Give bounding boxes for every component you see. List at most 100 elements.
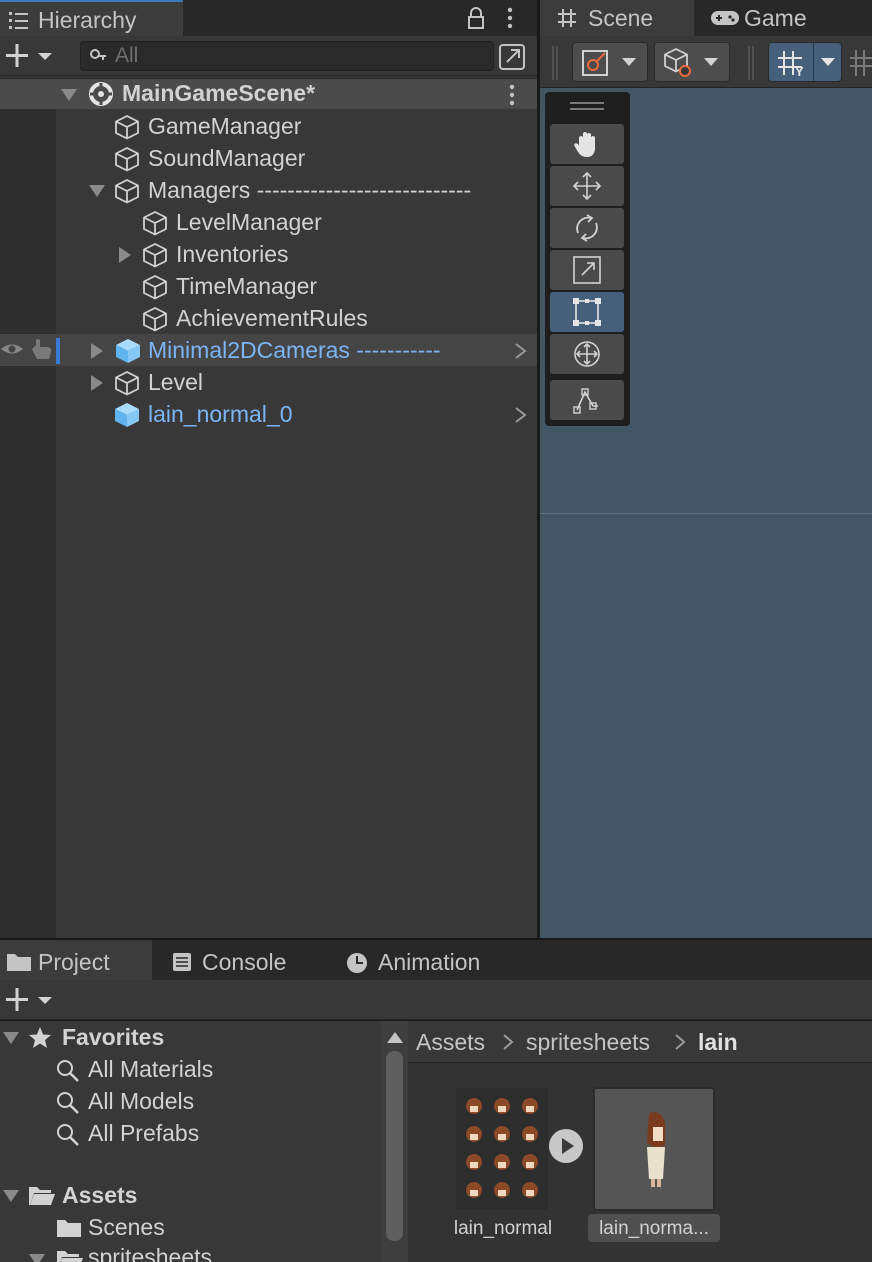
item-label: Level bbox=[148, 369, 203, 395]
expand-arrow-icon[interactable] bbox=[2, 1189, 20, 1203]
list-item[interactable]: Level bbox=[0, 366, 537, 398]
tab-console[interactable]: Console bbox=[170, 940, 320, 980]
pickable-hand-icon[interactable] bbox=[28, 337, 54, 361]
tab-project[interactable]: Project bbox=[0, 940, 152, 980]
item-label: Minimal2DCameras ----------- bbox=[148, 337, 441, 363]
prefab-cube-icon bbox=[116, 339, 140, 363]
asset-tile[interactable]: lain_normal bbox=[448, 1084, 560, 1244]
gameobject-cube-icon bbox=[143, 211, 167, 236]
search-icon bbox=[57, 1092, 79, 1114]
rect-tool-button[interactable] bbox=[550, 292, 624, 332]
list-item[interactable]: GameManager bbox=[0, 110, 537, 142]
breadcrumb-item[interactable]: spritesheets bbox=[526, 1021, 650, 1063]
custom-tool-button[interactable] bbox=[550, 380, 624, 420]
console-icon bbox=[173, 953, 191, 971]
tab-animation[interactable]: Animation bbox=[344, 940, 514, 980]
expand-arrow-icon[interactable] bbox=[28, 1253, 46, 1262]
scroll-up-arrow-icon[interactable] bbox=[386, 1030, 404, 1044]
scale-tool-button[interactable] bbox=[550, 250, 624, 290]
clock-icon bbox=[347, 953, 367, 973]
chevron-down-icon bbox=[622, 58, 636, 66]
scene-root-row[interactable]: MainGameScene* bbox=[0, 78, 537, 109]
collapse-arrow-icon[interactable] bbox=[118, 246, 132, 264]
tab-game-label: Game bbox=[744, 5, 807, 31]
toolbar-grip-icon bbox=[552, 46, 558, 80]
star-icon bbox=[29, 1027, 51, 1048]
gameobject-cube-icon bbox=[143, 275, 167, 300]
overlay-grip-icon[interactable] bbox=[570, 100, 604, 112]
list-item[interactable]: LevelManager bbox=[0, 206, 537, 238]
asset-label: lain_norma... bbox=[599, 1218, 709, 1239]
collapse-arrow-icon[interactable] bbox=[90, 342, 104, 360]
favorites-label: Favorites bbox=[62, 1024, 165, 1050]
add-dropdown-button[interactable] bbox=[6, 44, 56, 68]
tab-project-label: Project bbox=[38, 949, 110, 975]
asset-tile[interactable]: lain_norma... bbox=[588, 1084, 722, 1244]
split-divider bbox=[813, 43, 814, 81]
create-dropdown-button[interactable] bbox=[6, 988, 56, 1012]
list-item[interactable]: Minimal2DCameras ----------- bbox=[60, 334, 537, 366]
tab-scene-label: Scene bbox=[588, 5, 654, 31]
collapse-arrow-icon[interactable] bbox=[90, 374, 104, 392]
tab-game[interactable]: Game bbox=[700, 0, 830, 36]
list-item[interactable]: Inventories bbox=[0, 238, 537, 270]
open-folder-icon bbox=[29, 1187, 55, 1205]
rotate-icon bbox=[576, 214, 598, 242]
shading-mode-dropdown[interactable] bbox=[654, 42, 730, 82]
hand-tool-button[interactable] bbox=[550, 124, 624, 164]
tab-scene[interactable]: Scene bbox=[540, 0, 694, 36]
list-icon bbox=[9, 12, 28, 29]
list-item[interactable]: All Materials bbox=[0, 1053, 381, 1085]
hand-icon bbox=[574, 132, 595, 157]
expand-subassets-play-icon[interactable] bbox=[548, 1128, 584, 1164]
list-item[interactable]: All Models bbox=[0, 1085, 381, 1117]
list-item[interactable]: Managers ---------------------------- bbox=[0, 174, 537, 206]
search-input[interactable] bbox=[115, 44, 485, 68]
gameobject-cube-icon bbox=[115, 147, 139, 172]
expand-arrow-icon[interactable] bbox=[88, 184, 106, 198]
open-prefab-chevron-icon[interactable] bbox=[514, 406, 528, 424]
item-label: SoundManager bbox=[148, 145, 306, 171]
search-box[interactable] bbox=[80, 41, 494, 71]
kebab-menu-icon[interactable] bbox=[504, 6, 516, 30]
item-label: LevelManager bbox=[176, 209, 322, 235]
breadcrumb-item[interactable]: lain bbox=[698, 1021, 738, 1063]
expand-arrow-icon[interactable] bbox=[2, 1031, 20, 1045]
draw-mode-dropdown[interactable] bbox=[572, 42, 648, 82]
folder-icon bbox=[57, 1220, 81, 1237]
tab-hierarchy-label: Hierarchy bbox=[38, 7, 137, 33]
list-item[interactable]: lain_normal_0 bbox=[0, 398, 537, 430]
assets-label: Assets bbox=[62, 1182, 138, 1208]
expand-arrow-icon[interactable] bbox=[60, 88, 78, 102]
list-item[interactable]: SoundManager bbox=[0, 142, 537, 174]
list-item[interactable]: AchievementRules bbox=[0, 302, 537, 334]
transform-tool-button[interactable] bbox=[550, 334, 624, 374]
snap-grid-icon[interactable] bbox=[848, 46, 872, 78]
spline-tool-icon bbox=[573, 388, 598, 414]
list-item[interactable]: spritesheets bbox=[0, 1243, 381, 1262]
toolbar-grip-icon bbox=[748, 46, 754, 80]
favorites-section[interactable]: Favorites bbox=[0, 1021, 381, 1053]
tab-hierarchy[interactable]: Hierarchy bbox=[0, 0, 183, 36]
list-item[interactable]: Scenes bbox=[0, 1211, 381, 1243]
open-prefab-chevron-icon[interactable] bbox=[514, 342, 528, 360]
grid-toggle-dropdown[interactable]: Y bbox=[768, 42, 842, 82]
visibility-eye-icon[interactable] bbox=[0, 340, 24, 358]
search-icon bbox=[57, 1060, 79, 1082]
list-item[interactable]: TimeManager bbox=[0, 270, 537, 302]
move-tool-button[interactable] bbox=[550, 166, 624, 206]
rotate-tool-button[interactable] bbox=[550, 208, 624, 248]
list-item[interactable]: All Prefabs bbox=[0, 1117, 381, 1149]
gameobject-cube-icon bbox=[115, 179, 139, 204]
scene-menu-icon[interactable] bbox=[506, 83, 518, 107]
breadcrumb-item[interactable]: Assets bbox=[416, 1021, 485, 1063]
popout-icon[interactable] bbox=[497, 42, 529, 72]
sprite-thumbnail bbox=[593, 1087, 715, 1211]
lock-icon[interactable] bbox=[466, 6, 486, 30]
scrollbar-thumb[interactable] bbox=[386, 1051, 403, 1241]
scale-icon bbox=[573, 256, 601, 284]
tab-console-label: Console bbox=[202, 949, 287, 975]
transform-icon bbox=[574, 341, 600, 367]
gameobject-cube-icon bbox=[115, 115, 139, 140]
assets-section[interactable]: Assets bbox=[0, 1179, 381, 1211]
